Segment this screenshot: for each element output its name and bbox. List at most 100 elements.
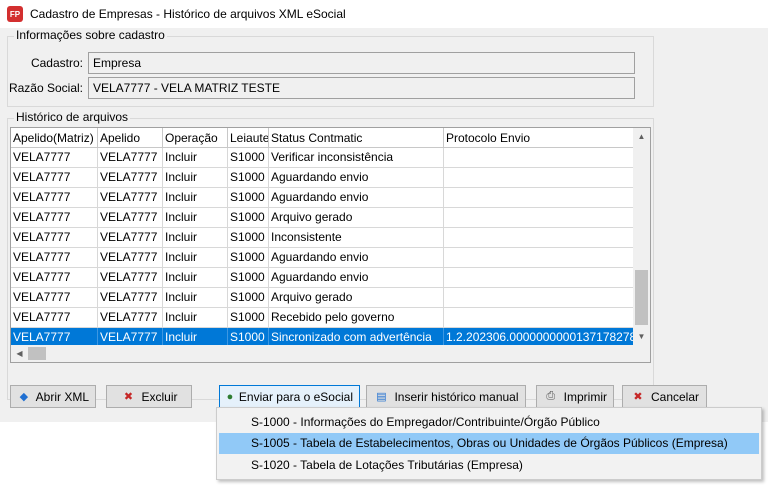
column-status[interactable]: Status Contmatic	[269, 128, 444, 148]
scroll-up-icon[interactable]: ▲	[633, 128, 650, 145]
history-grid[interactable]: Apelido(Matriz) Apelido Operação Leiaute…	[10, 127, 651, 363]
menu-item-s1000[interactable]: S-1000 - Informações do Empregador/Contr…	[219, 412, 759, 433]
table-row[interactable]: VELA7777 VELA7777 Incluir S1000 Aguardando e…	[11, 268, 634, 288]
abrir-xml-label: Abrir XML	[35, 389, 89, 404]
table-cell: Verificar inconsistência	[269, 148, 444, 167]
table-cell: Incluir	[163, 268, 228, 287]
table-row[interactable]: VELA7777 VELA7777 Incluir S1000 Arquivo gera…	[11, 208, 634, 228]
table-cell: S1000	[228, 148, 269, 167]
table-cell: S1000	[228, 248, 269, 267]
cadastro-label: Cadastro:	[30, 56, 83, 70]
razao-social-field: VELA7777 - VELA MATRIZ TESTE	[88, 77, 635, 99]
grid-header: Apelido(Matriz) Apelido Operação Leiaute…	[11, 128, 634, 148]
table-cell	[444, 268, 634, 287]
table-cell	[444, 308, 634, 327]
enviar-label: Enviar para o eSocial	[238, 389, 353, 404]
table-cell: VELA7777	[98, 288, 163, 307]
info-legend: Informações sobre cadastro	[14, 28, 167, 42]
table-row[interactable]: VELA7777 VELA7777 Incluir S1000 Arquivo gera…	[11, 288, 634, 308]
table-cell: VELA7777	[98, 148, 163, 167]
esocial-dropdown-menu: S-1000 - Informações do Empregador/Contr…	[216, 407, 762, 480]
vertical-scrollbar[interactable]: ▲ ▼	[633, 128, 650, 345]
menu-item-s1020[interactable]: S-1020 - Tabela de Lotações Tributárias …	[219, 455, 759, 476]
table-cell: VELA7777	[98, 268, 163, 287]
table-cell: Recebido pelo governo	[269, 308, 444, 327]
table-cell: Aguardando envio	[269, 188, 444, 207]
table-cell	[444, 248, 634, 267]
column-leiaute[interactable]: Leiaute	[228, 128, 269, 148]
imprimir-button[interactable]: ⎙ Imprimir	[536, 385, 614, 408]
table-cell: S1000	[228, 288, 269, 307]
table-cell: S1000	[228, 228, 269, 247]
table-row[interactable]: VELA7777 VELA7777 Incluir S1000 Verificar in…	[11, 148, 634, 168]
cancelar-label: Cancelar	[650, 389, 700, 404]
table-cell: Incluir	[163, 148, 228, 167]
vertical-scroll-thumb[interactable]	[635, 270, 648, 325]
horizontal-scroll-thumb[interactable]	[28, 347, 46, 360]
horizontal-scrollbar[interactable]: ◀	[11, 345, 650, 362]
column-operacao[interactable]: Operação	[163, 128, 228, 148]
column-apelido[interactable]: Apelido	[98, 128, 163, 148]
table-cell: Incluir	[163, 288, 228, 307]
table-cell: S1000	[228, 308, 269, 327]
table-cell: Inconsistente	[269, 228, 444, 247]
table-cell: VELA7777	[11, 288, 98, 307]
inserir-label: Inserir histórico manual	[394, 389, 519, 404]
enviar-esocial-button[interactable]: ● Enviar para o eSocial	[219, 385, 360, 408]
table-cell: Incluir	[163, 308, 228, 327]
razao-social-label: Razão Social:	[8, 81, 83, 95]
table-cell: Incluir	[163, 228, 228, 247]
cancelar-button[interactable]: ✖ Cancelar	[622, 385, 707, 408]
table-row[interactable]: VELA7777 VELA7777 Incluir S1000 Aguardando e…	[11, 248, 634, 268]
table-cell: S1000	[228, 168, 269, 187]
abrir-xml-button[interactable]: ◆ Abrir XML	[10, 385, 96, 408]
app-logo-icon: FP	[7, 6, 23, 22]
table-cell	[444, 288, 634, 307]
table-cell: S1000	[228, 268, 269, 287]
table-cell	[444, 168, 634, 187]
table-cell: S1000	[228, 208, 269, 227]
inserir-historico-button[interactable]: ▤ Inserir histórico manual	[366, 385, 526, 408]
table-cell: VELA7777	[11, 208, 98, 227]
table-cell	[444, 188, 634, 207]
table-cell: VELA7777	[11, 148, 98, 167]
send-globe-icon: ●	[226, 390, 234, 403]
table-cell: Arquivo gerado	[269, 288, 444, 307]
table-cell: VELA7777	[11, 188, 98, 207]
table-cell: VELA7777	[11, 268, 98, 287]
table-cell: Incluir	[163, 248, 228, 267]
table-cell: Incluir	[163, 208, 228, 227]
table-cell	[444, 208, 634, 227]
table-cell: VELA7777	[98, 188, 163, 207]
table-cell: Incluir	[163, 168, 228, 187]
table-cell	[444, 148, 634, 167]
xml-file-icon: ◆	[19, 391, 29, 403]
column-apelido-matriz[interactable]: Apelido(Matriz)	[11, 128, 98, 148]
table-cell: VELA7777	[11, 228, 98, 247]
table-row[interactable]: VELA7777 VELA7777 Incluir S1000 Recebido pel…	[11, 308, 634, 328]
title-bar: FP Cadastro de Empresas - Histórico de a…	[0, 0, 768, 28]
table-cell: VELA7777	[98, 308, 163, 327]
table-cell: Aguardando envio	[269, 268, 444, 287]
insert-file-icon: ▤	[376, 391, 387, 403]
excluir-button[interactable]: ✖ Excluir	[106, 385, 192, 408]
grid-body: VELA7777 VELA7777 Incluir S1000 Verificar in…	[11, 148, 634, 348]
excluir-label: Excluir	[141, 389, 178, 404]
window-title: Cadastro de Empresas - Histórico de arqu…	[30, 7, 346, 21]
delete-file-icon: ✖	[123, 391, 134, 403]
scroll-left-icon[interactable]: ◀	[11, 345, 28, 362]
printer-icon: ⎙	[546, 390, 556, 402]
table-cell: VELA7777	[98, 228, 163, 247]
column-protocolo[interactable]: Protocolo Envio	[444, 128, 634, 148]
scroll-down-icon[interactable]: ▼	[633, 328, 650, 345]
table-cell: Aguardando envio	[269, 168, 444, 187]
imprimir-label: Imprimir	[563, 389, 607, 404]
table-row[interactable]: VELA7777 VELA7777 Incluir S1000 Aguardando e…	[11, 168, 634, 188]
table-cell: S1000	[228, 188, 269, 207]
menu-item-s1005[interactable]: S-1005 - Tabela de Estabelecimentos, Obr…	[219, 433, 759, 454]
table-cell: VELA7777	[98, 208, 163, 227]
table-row[interactable]: VELA7777 VELA7777 Incluir S1000 Inconsistent…	[11, 228, 634, 248]
table-row[interactable]: VELA7777 VELA7777 Incluir S1000 Aguardando e…	[11, 188, 634, 208]
table-cell: Arquivo gerado	[269, 208, 444, 227]
table-cell: VELA7777	[98, 248, 163, 267]
